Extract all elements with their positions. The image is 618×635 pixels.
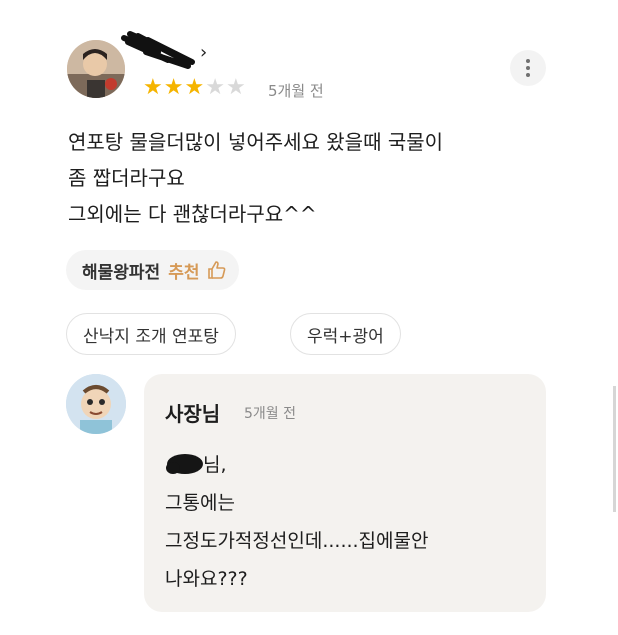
- reply-line: 나와요???: [165, 568, 248, 590]
- menu-tag[interactable]: 산낙지 조개 연포탕: [66, 313, 236, 355]
- review-timestamp: 5개월 전: [268, 82, 324, 100]
- menu-name: 해물왕파전: [82, 262, 161, 283]
- reply-line: 그정도가적정선인데......집에물안: [165, 530, 429, 552]
- menu-tag[interactable]: 우럭+광어: [290, 313, 401, 355]
- thumbs-up-icon: [208, 261, 226, 279]
- reply-line: 님,: [165, 446, 535, 484]
- recommend-label: 추천: [168, 262, 200, 283]
- star-filled-icon: ★: [184, 75, 205, 100]
- owner-name: 사장님: [165, 402, 221, 426]
- review-line: 좀 짭더라구요: [68, 166, 185, 190]
- star-filled-icon: ★: [163, 75, 184, 100]
- owner-avatar: [66, 374, 126, 434]
- owner-reply-timestamp: 5개월 전: [244, 406, 296, 422]
- chevron-right-icon[interactable]: ›: [200, 42, 207, 63]
- star-empty-icon: ★: [225, 75, 246, 100]
- review-line: 그외에는 다 괜찮더라구요^^: [68, 202, 317, 226]
- more-vertical-icon: [526, 59, 530, 77]
- star-empty-icon: ★: [205, 75, 225, 100]
- more-options-button[interactable]: [510, 50, 546, 86]
- star-filled-icon: ★: [143, 75, 163, 100]
- reply-line: 그통에는: [165, 492, 235, 514]
- redacted-nickname: [121, 31, 195, 69]
- redacted-name: [166, 454, 203, 474]
- reviewer-avatar[interactable]: [67, 40, 125, 98]
- scrollbar[interactable]: [613, 386, 616, 512]
- recommended-menu-chip[interactable]: 해물왕파전 추천: [66, 250, 240, 290]
- star-rating: ★ ★ ★ ★ ★: [143, 77, 246, 99]
- owner-reply-text: 님, 그통에는 그정도가적정선인데......집에물안 나와요???: [165, 446, 535, 598]
- review-line: 연포탕 물을더많이 넣어주세요 왔을때 국물이: [68, 130, 444, 154]
- greeting-suffix: 님,: [203, 454, 227, 476]
- review-text: 연포탕 물을더많이 넣어주세요 왔을때 국물이 좀 짭더라구요 그외에는 다 괜…: [68, 124, 568, 232]
